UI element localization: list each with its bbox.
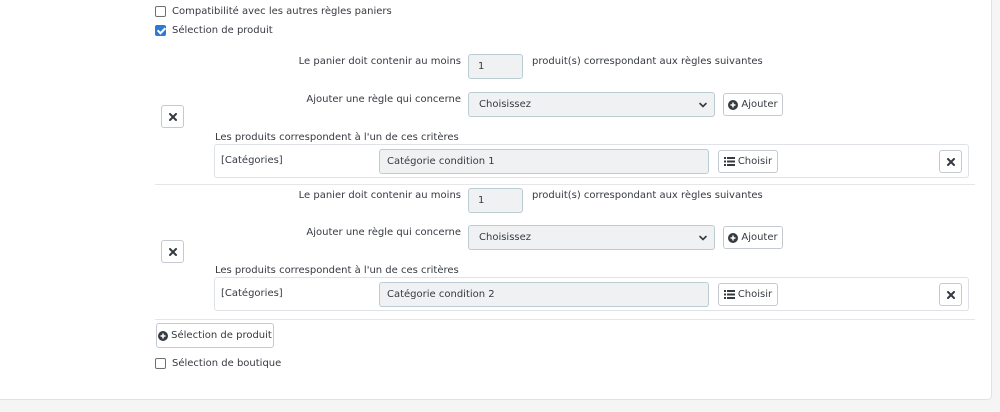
plus-circle-icon (728, 99, 739, 110)
close-icon (946, 290, 955, 299)
remove-group-button[interactable] (161, 105, 184, 128)
rule-type-selected-value: Choisissez (479, 232, 532, 243)
remove-criteria-button[interactable] (939, 283, 962, 306)
min-quantity-input[interactable]: 1 (468, 54, 523, 79)
plus-circle-icon (728, 232, 739, 243)
matching-rules-label: produit(s) correspondant aux règles suiv… (532, 56, 763, 67)
choose-button-label: Choisir (737, 289, 773, 300)
criteria-value-field[interactable]: Catégorie condition 1 (379, 149, 709, 174)
close-icon (168, 112, 177, 121)
add-rule-button-label: Ajouter (741, 232, 778, 243)
min-quantity-input[interactable]: 1 (468, 188, 523, 213)
list-icon (723, 157, 735, 166)
cart-rule-conditions-panel: Compatibilité avec les autres règles pan… (0, 0, 992, 400)
chevron-down-icon (699, 102, 707, 108)
criteria-row: [Catégories] Catégorie condition 2 Chois… (214, 277, 969, 311)
product-rule-group-2: Le panier doit contenir au moins 1 produ… (155, 185, 975, 320)
add-rule-label: Ajouter une règle qui concerne (306, 94, 461, 105)
compatibility-checkbox[interactable] (155, 6, 166, 17)
criteria-value-field[interactable]: Catégorie condition 2 (379, 282, 709, 307)
add-product-selection-label: Sélection de produit (171, 330, 272, 341)
product-selection-checkbox[interactable] (155, 25, 166, 36)
add-rule-button-label: Ajouter (741, 99, 778, 110)
product-selection-option[interactable]: Sélection de produit (155, 25, 273, 36)
add-rule-button[interactable]: Ajouter (723, 93, 783, 116)
plus-circle-icon (158, 330, 169, 341)
compatibility-option[interactable]: Compatibilité avec les autres règles pan… (155, 6, 392, 17)
choose-button[interactable]: Choisir (718, 283, 778, 306)
criteria-type: [Catégories] (221, 155, 283, 166)
criteria-type: [Catégories] (221, 288, 283, 299)
rule-type-select[interactable]: Choisissez (468, 92, 715, 117)
min-quantity-label: Le panier doit contenir au moins (298, 190, 461, 201)
choose-button[interactable]: Choisir (718, 150, 778, 173)
add-rule-label: Ajouter une règle qui concerne (306, 227, 461, 238)
choose-button-label: Choisir (737, 156, 773, 167)
rule-type-select[interactable]: Choisissez (468, 225, 715, 250)
list-icon (723, 290, 735, 299)
product-rule-group-1: Le panier doit contenir au moins 1 produ… (155, 47, 975, 185)
product-selection-label: Sélection de produit (172, 25, 273, 36)
remove-criteria-button[interactable] (939, 150, 962, 173)
criteria-row: [Catégories] Catégorie condition 1 Chois… (214, 144, 969, 178)
shop-selection-label: Sélection de boutique (172, 358, 282, 369)
shop-selection-checkbox[interactable] (155, 358, 166, 369)
criteria-title: Les produits correspondent à l'un de ces… (215, 132, 459, 143)
criteria-title: Les produits correspondent à l'un de ces… (215, 265, 459, 276)
close-icon (168, 247, 177, 256)
min-quantity-label: Le panier doit contenir au moins (298, 56, 461, 67)
compatibility-label: Compatibilité avec les autres règles pan… (172, 6, 392, 17)
close-icon (946, 157, 955, 166)
add-rule-button[interactable]: Ajouter (723, 226, 783, 249)
matching-rules-label: produit(s) correspondant aux règles suiv… (532, 190, 763, 201)
remove-group-button[interactable] (161, 240, 184, 263)
shop-selection-option[interactable]: Sélection de boutique (155, 358, 281, 369)
chevron-down-icon (699, 235, 707, 241)
add-product-selection-button[interactable]: Sélection de produit (156, 323, 274, 348)
rule-type-selected-value: Choisissez (479, 99, 532, 110)
